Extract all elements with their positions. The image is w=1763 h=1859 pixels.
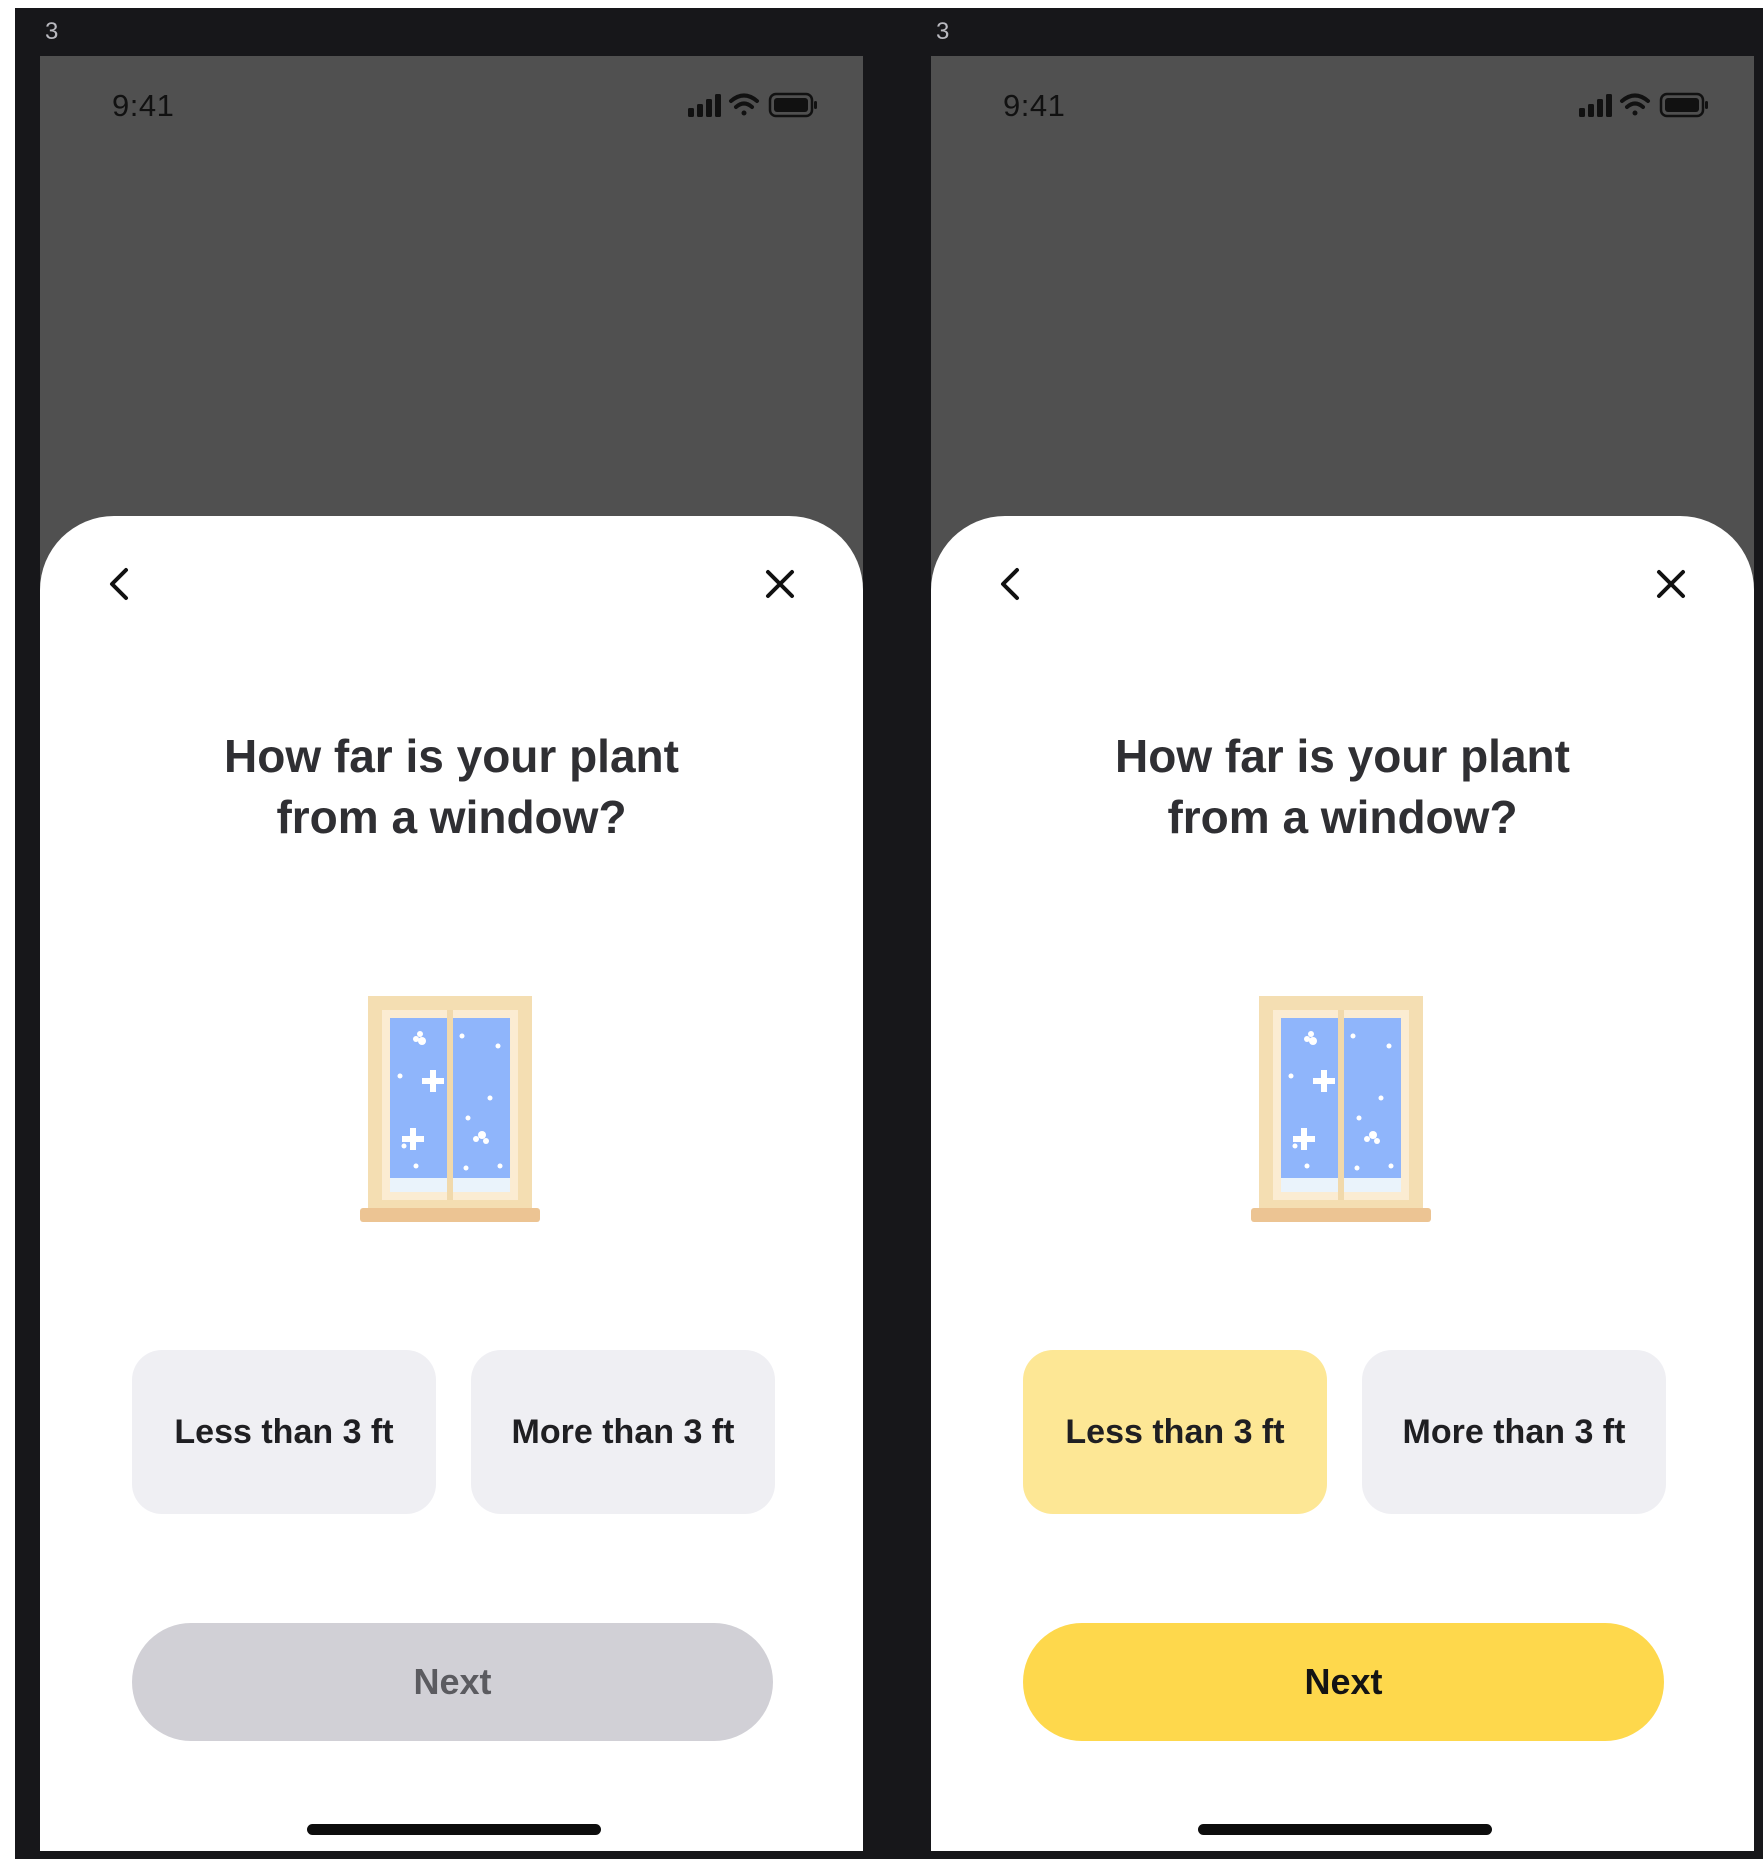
option-less-than-3ft[interactable]: Less than 3 ft <box>132 1350 436 1514</box>
battery-icon <box>1659 92 1708 118</box>
cellular-signal-icon <box>1579 94 1612 117</box>
phone-screen: 9:41 How far is your plant from a window… <box>931 56 1754 1851</box>
wifi-icon <box>1620 93 1650 116</box>
next-button[interactable]: Next <box>1023 1623 1664 1741</box>
option-more-than-3ft[interactable]: More than 3 ft <box>471 1350 775 1514</box>
battery-icon <box>768 92 817 118</box>
chevron-left-icon <box>110 568 128 600</box>
frame-label: 3 <box>936 18 950 45</box>
option-more-than-3ft[interactable]: More than 3 ft <box>1362 1350 1666 1514</box>
window-illustration <box>360 996 540 1222</box>
status-icons <box>1579 92 1708 118</box>
title-line-1: How far is your plant <box>224 730 679 782</box>
question-title: How far is your plant from a window? <box>991 726 1694 848</box>
phone-screen: 9:41 How far is your plant from a window… <box>40 56 863 1851</box>
chevron-left-icon <box>1001 568 1019 600</box>
home-indicator <box>307 1824 601 1835</box>
back-button[interactable] <box>983 556 1039 612</box>
frame-selected: 3 9:41 How far is your plant from a wind… <box>906 8 1754 1859</box>
status-time: 9:41 <box>1003 88 1066 123</box>
close-icon <box>1657 570 1685 598</box>
cellular-signal-icon <box>688 94 721 117</box>
close-button[interactable] <box>1643 556 1699 612</box>
window-illustration <box>1251 996 1431 1222</box>
title-line-2: from a window? <box>1167 791 1518 843</box>
question-title: How far is your plant from a window? <box>100 726 803 848</box>
wifi-icon <box>729 93 759 116</box>
home-indicator <box>1198 1824 1492 1835</box>
title-line-2: from a window? <box>276 791 627 843</box>
close-icon <box>766 570 794 598</box>
bottom-sheet: How far is your plant from a window? Les… <box>40 516 863 1851</box>
close-button[interactable] <box>752 556 808 612</box>
design-canvas: 3 9:41 How far is your plant from a wind… <box>15 8 1763 1859</box>
next-button[interactable]: Next <box>132 1623 773 1741</box>
back-button[interactable] <box>92 556 148 612</box>
title-line-1: How far is your plant <box>1115 730 1570 782</box>
bottom-sheet: How far is your plant from a window? Les… <box>931 516 1754 1851</box>
frame-unselected: 3 9:41 How far is your plant from a wind… <box>15 8 863 1859</box>
status-time: 9:41 <box>112 88 175 123</box>
status-icons <box>688 92 817 118</box>
option-less-than-3ft[interactable]: Less than 3 ft <box>1023 1350 1327 1514</box>
frame-label: 3 <box>45 18 59 45</box>
